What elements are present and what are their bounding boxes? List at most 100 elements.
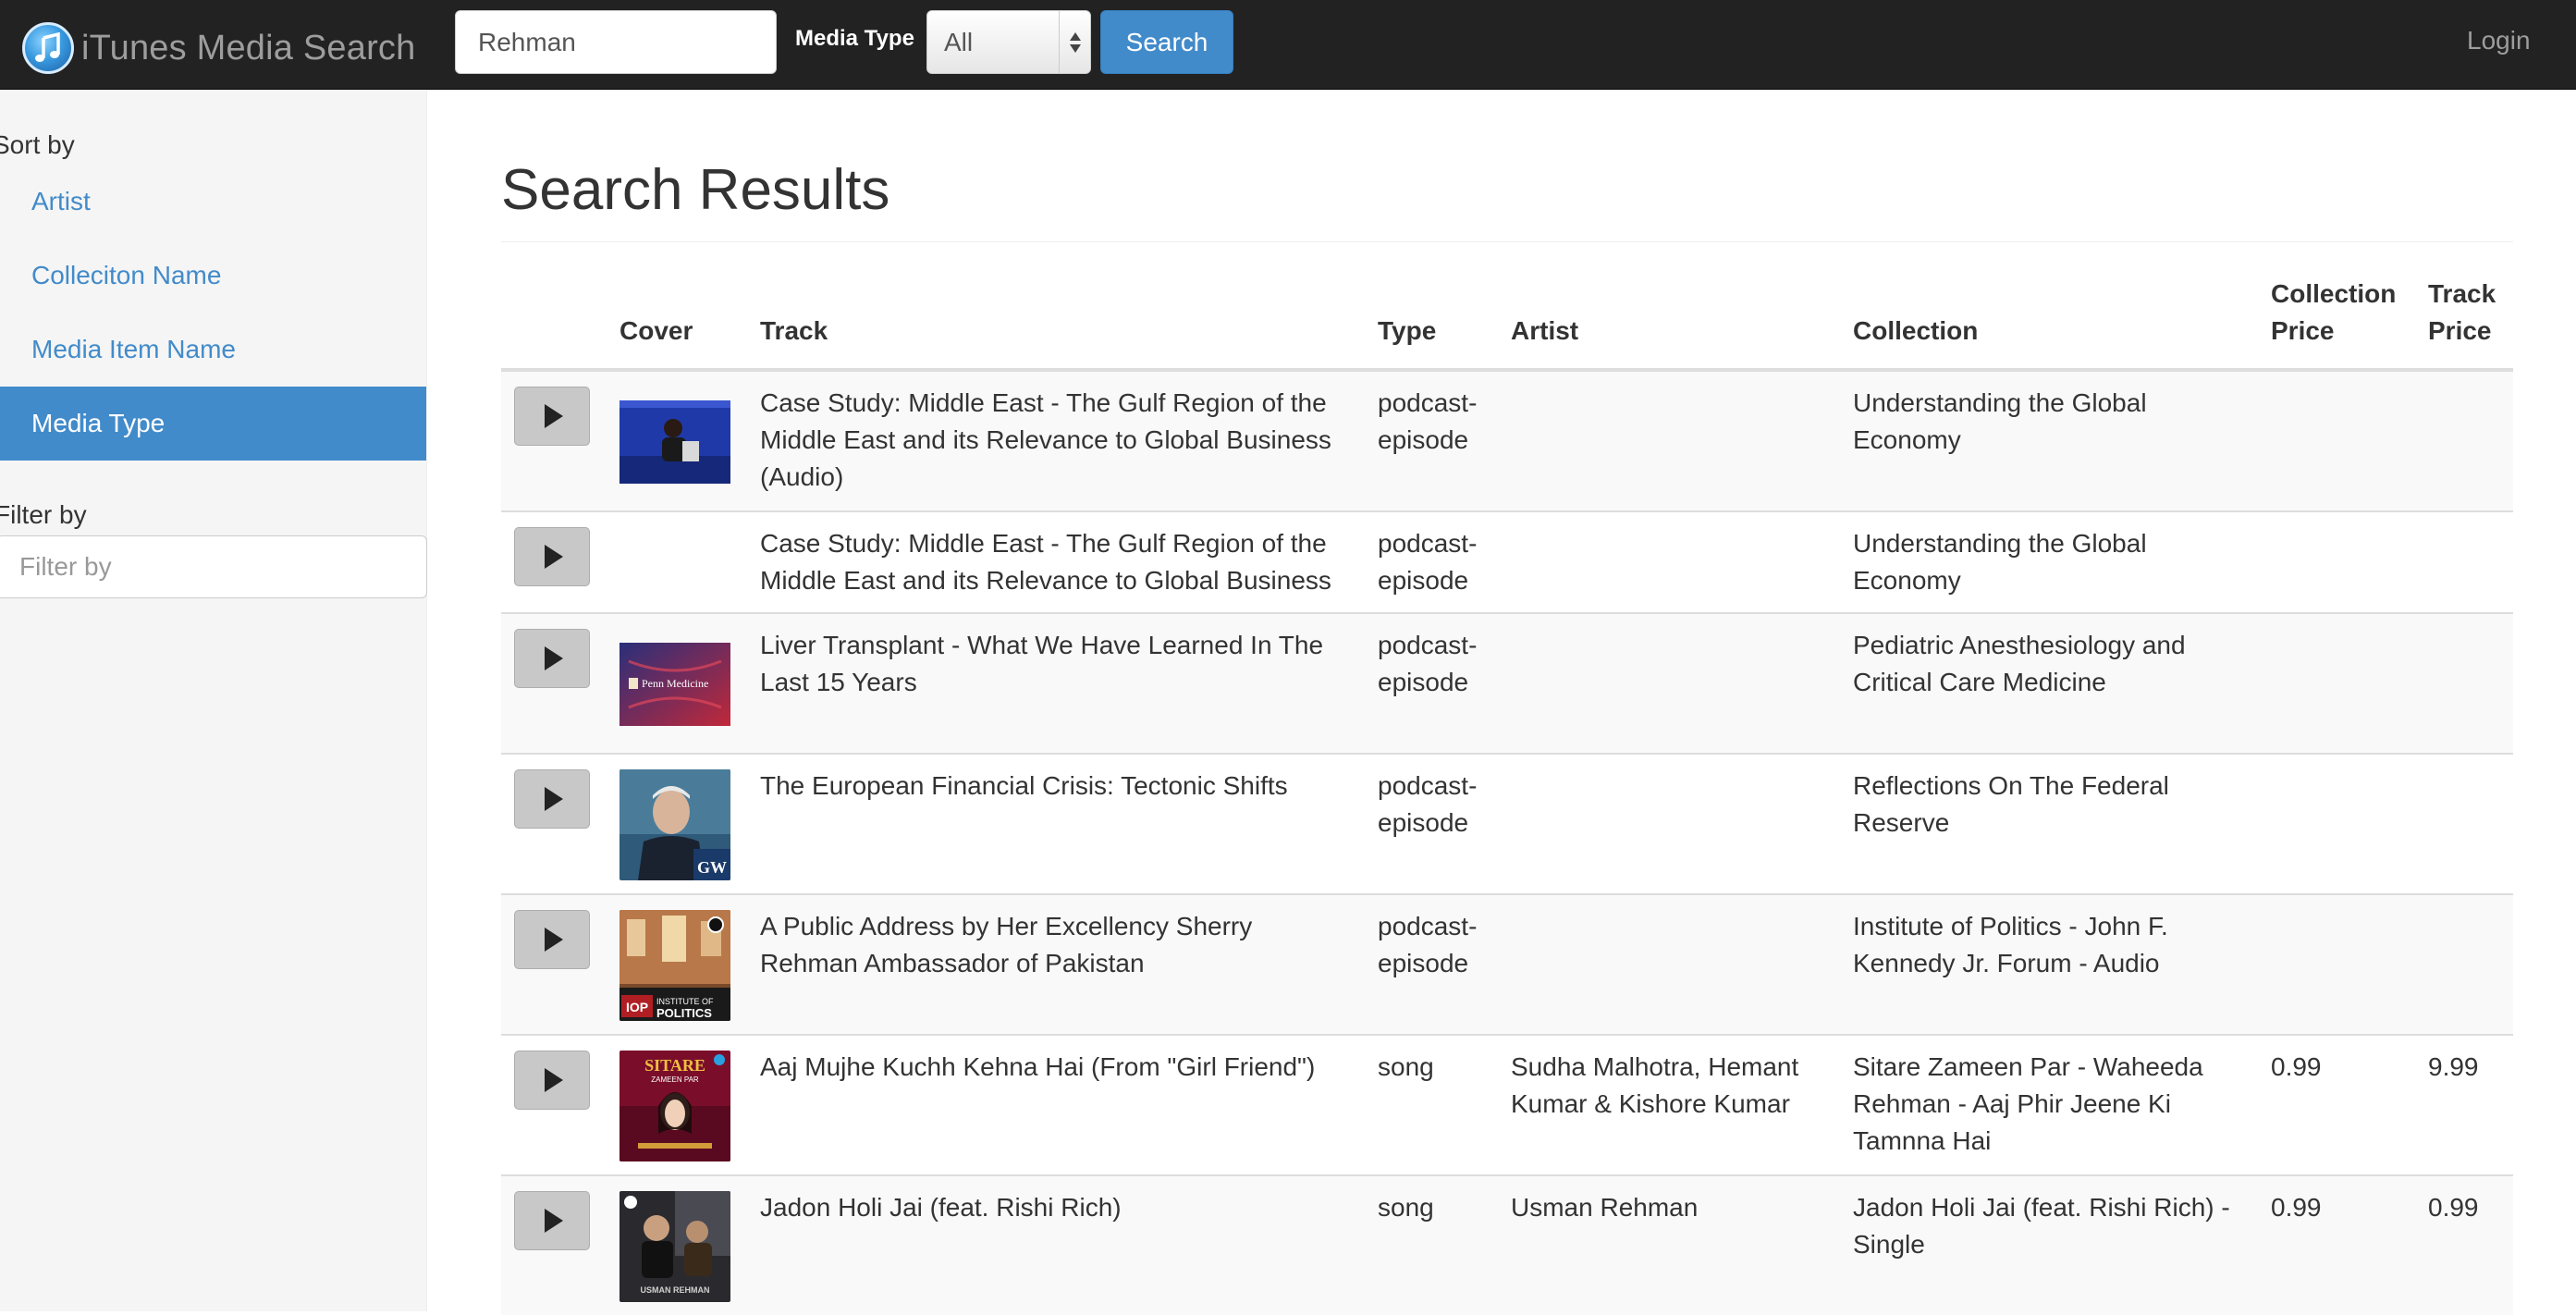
sort-item-collection-name[interactable]: Colleciton Name <box>0 239 426 313</box>
table-row: Case Study: Middle East - The Gulf Regio… <box>501 369 2513 511</box>
login-link[interactable]: Login <box>2467 26 2531 55</box>
search-button[interactable]: Search <box>1100 10 1233 74</box>
cover-image: IOP INSTITUTE OF POLITICS <box>619 910 730 1021</box>
play-icon <box>545 928 563 952</box>
play-button[interactable] <box>514 910 590 969</box>
play-icon <box>545 545 563 569</box>
column-header-collection-price[interactable]: Collection Price <box>2258 268 2415 372</box>
table-row: Penn Medicine Liver Transplant - What We… <box>501 612 2513 754</box>
play-icon <box>545 646 563 670</box>
track-price <box>2415 612 2513 754</box>
cover-image: SITARE ZAMEEN PAR <box>619 1051 730 1161</box>
svg-text:Penn Medicine: Penn Medicine <box>642 677 708 690</box>
media-type-cell: podcast-episode <box>1365 753 1498 894</box>
artist-name <box>1498 893 1840 1035</box>
page-title: Search Results <box>501 158 890 222</box>
column-header-artist[interactable]: Artist <box>1498 268 1840 372</box>
cover-image: GW <box>619 769 730 880</box>
cover-image-empty <box>619 525 730 526</box>
collection-name: Sitare Zameen Par - Waheeda Rehman - Aaj… <box>1840 1034 2258 1175</box>
table-row: IOP INSTITUTE OF POLITICS A Public Addre… <box>501 893 2513 1035</box>
play-button[interactable] <box>514 1191 590 1250</box>
media-type-cell: podcast-episode <box>1365 369 1498 511</box>
media-type-cell: podcast-episode <box>1365 893 1498 1035</box>
table-row: Case Study: Middle East - The Gulf Regio… <box>501 510 2513 613</box>
track-price: 0.99 <box>2415 1174 2513 1315</box>
navbar: iTunes Media Search Media Type All Searc… <box>0 0 2576 90</box>
collection-name: Reflections On The Federal Reserve <box>1840 753 2258 894</box>
column-header-track-price[interactable]: Track Price <box>2415 268 2513 372</box>
track-name[interactable]: Liver Transplant - What We Have Learned … <box>747 612 1365 754</box>
column-header-play <box>501 268 607 372</box>
collection-price: 0.99 <box>2258 1174 2415 1315</box>
music-note-icon <box>22 22 74 74</box>
artist-name <box>1498 369 1840 511</box>
media-type-cell: song <box>1365 1034 1498 1175</box>
results-table: Cover Track Type Artist Collection Colle… <box>501 268 2513 1315</box>
play-button[interactable] <box>514 527 590 586</box>
track-name[interactable]: Case Study: Middle East - The Gulf Regio… <box>747 369 1365 511</box>
svg-text:POLITICS: POLITICS <box>656 1006 712 1020</box>
media-type-value: All <box>944 27 974 56</box>
track-name[interactable]: Case Study: Middle East - The Gulf Regio… <box>747 510 1365 613</box>
table-row: GW The European Financial Crisis: Tecton… <box>501 753 2513 894</box>
svg-text:SITARE: SITARE <box>644 1056 705 1075</box>
collection-name: Pediatric Anesthesiology and Critical Ca… <box>1840 612 2258 754</box>
play-icon <box>545 1068 563 1092</box>
media-type-cell: podcast-episode <box>1365 510 1498 613</box>
media-type-select[interactable]: All <box>926 10 1091 74</box>
track-price <box>2415 753 2513 894</box>
select-arrows-icon <box>1059 11 1090 73</box>
cover-image: USMAN REHMAN <box>619 1191 730 1302</box>
cover-image: Penn Medicine <box>619 643 730 726</box>
collection-price <box>2258 369 2415 511</box>
collection-price: 0.99 <box>2258 1034 2415 1175</box>
sort-item-media-item-name[interactable]: Media Item Name <box>0 313 426 387</box>
column-header-cover: Cover <box>607 268 747 372</box>
collection-price <box>2258 893 2415 1035</box>
track-name[interactable]: The European Financial Crisis: Tectonic … <box>747 753 1365 894</box>
artist-name: Sudha Malhotra, Hemant Kumar & Kishore K… <box>1498 1034 1840 1175</box>
track-price <box>2415 369 2513 511</box>
column-header-collection[interactable]: Collection <box>1840 268 2258 372</box>
brand[interactable]: iTunes Media Search <box>22 22 415 74</box>
table-header-row: Cover Track Type Artist Collection Colle… <box>501 268 2513 372</box>
play-icon <box>545 404 563 428</box>
artist-name <box>1498 510 1840 613</box>
media-type-label: Media Type <box>795 26 914 51</box>
sort-item-artist[interactable]: Artist <box>0 165 426 239</box>
collection-price <box>2258 612 2415 754</box>
column-header-type[interactable]: Type <box>1365 268 1498 372</box>
track-price: 9.99 <box>2415 1034 2513 1175</box>
collection-name: Understanding the Global Economy <box>1840 369 2258 511</box>
play-button[interactable] <box>514 629 590 688</box>
media-type-cell: podcast-episode <box>1365 612 1498 754</box>
filter-by-label: Filter by <box>0 500 87 529</box>
play-button[interactable] <box>514 387 590 446</box>
cover-image <box>619 400 730 484</box>
column-header-track[interactable]: Track <box>747 268 1365 372</box>
svg-text:USMAN REHMAN: USMAN REHMAN <box>641 1285 710 1295</box>
search-input[interactable] <box>455 10 777 74</box>
sort-item-media-type[interactable]: Media Type <box>0 387 426 461</box>
play-button[interactable] <box>514 1051 590 1110</box>
table-row: SITARE ZAMEEN PAR Aaj Mujhe Kuchh Kehna … <box>501 1034 2513 1175</box>
sort-by-label: Sort by <box>0 130 75 159</box>
artist-name <box>1498 753 1840 894</box>
track-name[interactable]: Jadon Holi Jai (feat. Rishi Rich) <box>747 1174 1365 1315</box>
filter-input[interactable] <box>0 535 427 598</box>
media-type-cell: song <box>1365 1174 1498 1315</box>
track-name[interactable]: A Public Address by Her Excellency Sherr… <box>747 893 1365 1035</box>
play-button[interactable] <box>514 769 590 829</box>
track-price <box>2415 510 2513 613</box>
table-row: USMAN REHMAN Jadon Holi Jai (feat. Rishi… <box>501 1174 2513 1315</box>
collection-name: Institute of Politics - John F. Kennedy … <box>1840 893 2258 1035</box>
play-icon <box>545 1209 563 1233</box>
svg-text:GW: GW <box>697 858 727 877</box>
play-icon <box>545 787 563 811</box>
artist-name: Usman Rehman <box>1498 1174 1840 1315</box>
sidebar: Sort by Artist Colleciton Name Media Ite… <box>0 90 427 1311</box>
collection-price <box>2258 753 2415 894</box>
svg-text:IOP: IOP <box>626 1000 648 1014</box>
track-name[interactable]: Aaj Mujhe Kuchh Kehna Hai (From "Girl Fr… <box>747 1034 1365 1175</box>
